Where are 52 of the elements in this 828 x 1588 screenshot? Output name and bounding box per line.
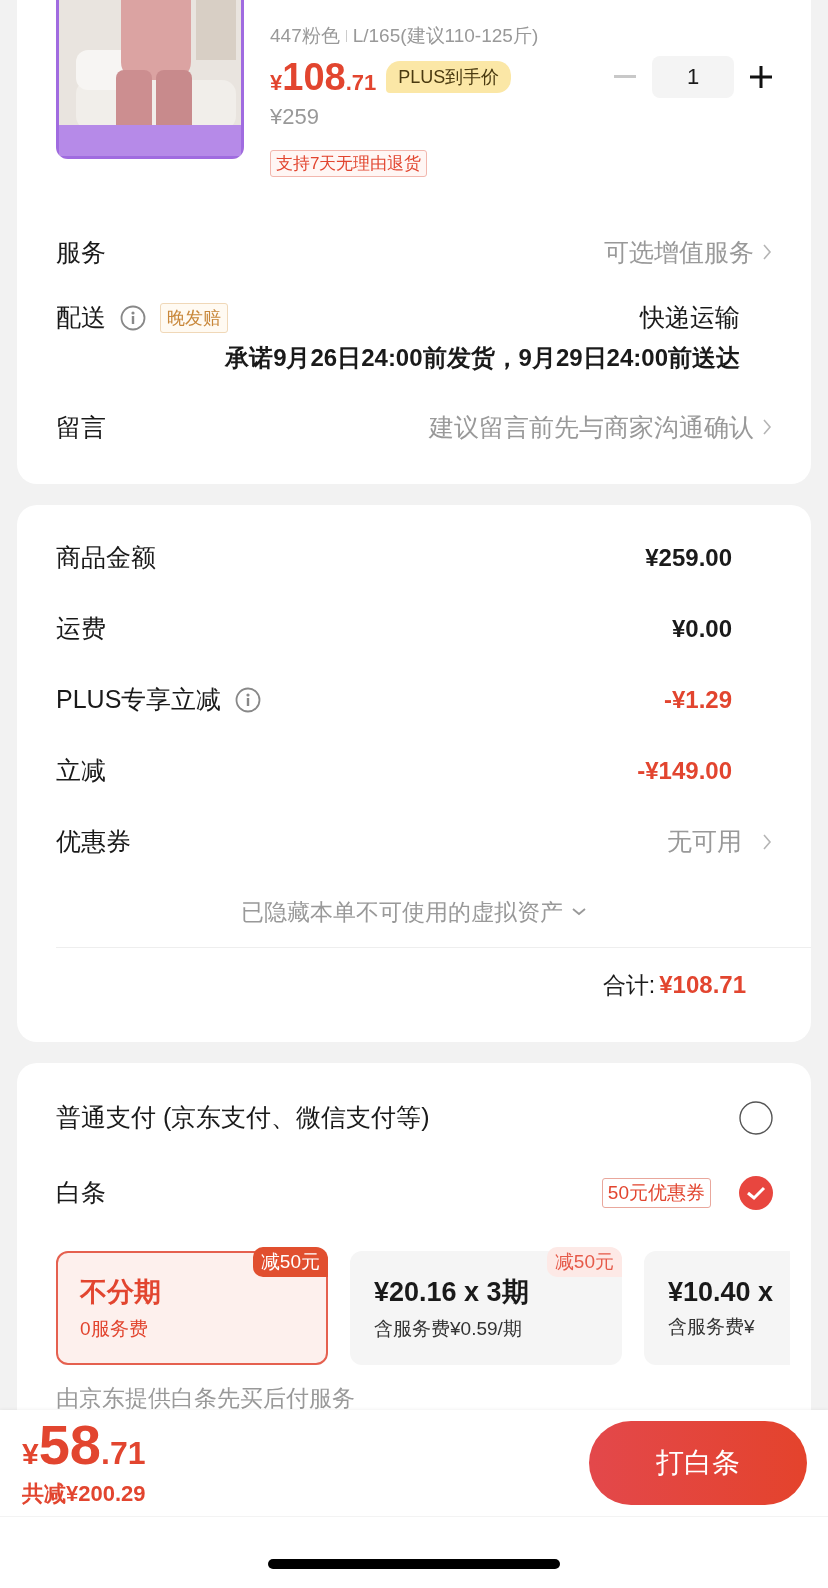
row-label: 运费 bbox=[56, 613, 106, 644]
info-icon[interactable] bbox=[235, 686, 262, 713]
return-policy-tag: 支持7天无理由退货 bbox=[270, 150, 428, 177]
row-label: PLUS专享立减 bbox=[56, 684, 222, 715]
service-note: 由京东提供白条先买后付服务 bbox=[56, 1384, 356, 1413]
row-label: 配送 bbox=[56, 302, 106, 333]
plan-title: ¥20.16 x 3期 bbox=[374, 1276, 530, 1309]
total-savings: 共减¥200.29 bbox=[22, 1480, 146, 1508]
product-size: L/165(建议110-125斤) bbox=[352, 24, 539, 48]
plan-fee: 含服务费¥0.59/期 bbox=[374, 1317, 523, 1341]
row-label: 立减 bbox=[56, 755, 106, 786]
discount-badge: 减50元 bbox=[252, 1247, 328, 1277]
chevron-down-icon[interactable] bbox=[571, 907, 587, 917]
amount-value: -¥1.29 bbox=[663, 685, 732, 714]
payment-option[interactable]: 普通支付 (京东支付、微信支付等) bbox=[56, 1101, 430, 1134]
total-label: 合计: bbox=[602, 970, 656, 1000]
total-amount: ¥108.71 bbox=[659, 971, 746, 999]
plan-fee: 0服务费 bbox=[80, 1317, 149, 1341]
original-price: ¥259 bbox=[270, 104, 320, 130]
pay-button[interactable]: 打白条 bbox=[589, 1421, 807, 1505]
late-delivery-badge: 晚发赔 bbox=[160, 302, 228, 333]
plus-icon[interactable] bbox=[750, 66, 772, 88]
installment-option[interactable]: ¥10.40 x 含服务费¥ bbox=[644, 1251, 790, 1365]
hidden-assets-note[interactable]: 已隐藏本单不可使用的虚拟资产 bbox=[241, 896, 563, 928]
coupon-tag: 50元优惠券 bbox=[601, 1177, 711, 1208]
amount-value[interactable]: 无可用 bbox=[667, 825, 742, 858]
row-label: 优惠券 bbox=[56, 826, 131, 857]
discount-badge: 减50元 bbox=[546, 1247, 622, 1277]
product-spec: 447粉色 bbox=[270, 24, 340, 48]
radio-button-icon[interactable] bbox=[739, 1100, 773, 1135]
plan-fee: 含服务费¥ bbox=[668, 1314, 756, 1339]
row-label: 留言 bbox=[56, 411, 106, 443]
message-link[interactable]: 建议留言前先与商家沟通确认 bbox=[429, 410, 754, 444]
product-price: ¥108.71 bbox=[270, 55, 377, 99]
row-label: 服务 bbox=[56, 236, 106, 268]
plan-title: 不分期 bbox=[80, 1276, 162, 1309]
amount-value: ¥259.00 bbox=[645, 543, 732, 572]
radio-checked-icon[interactable] bbox=[739, 1175, 773, 1210]
amount-value: ¥0.00 bbox=[671, 614, 732, 643]
quantity-field[interactable]: 1 bbox=[652, 56, 734, 98]
plan-title: ¥10.40 x bbox=[668, 1276, 775, 1308]
price-tag: PLUS到手价 bbox=[386, 61, 512, 93]
delivery-method: 快递运输 bbox=[640, 302, 740, 333]
amount-value: -¥149.00 bbox=[637, 756, 732, 785]
chevron-right-icon bbox=[762, 242, 772, 262]
pay-amount: ¥58.71 bbox=[22, 1417, 146, 1473]
service-link[interactable]: 可选增值服务 bbox=[604, 235, 754, 269]
info-icon[interactable] bbox=[120, 304, 146, 331]
delivery-promise: 承诺9月26日24:00前发货，9月29日24:00前送达 bbox=[225, 343, 740, 373]
row-label: 商品金额 bbox=[56, 542, 156, 573]
payment-option[interactable]: 白条 bbox=[56, 1176, 106, 1209]
chevron-right-icon bbox=[762, 417, 772, 437]
